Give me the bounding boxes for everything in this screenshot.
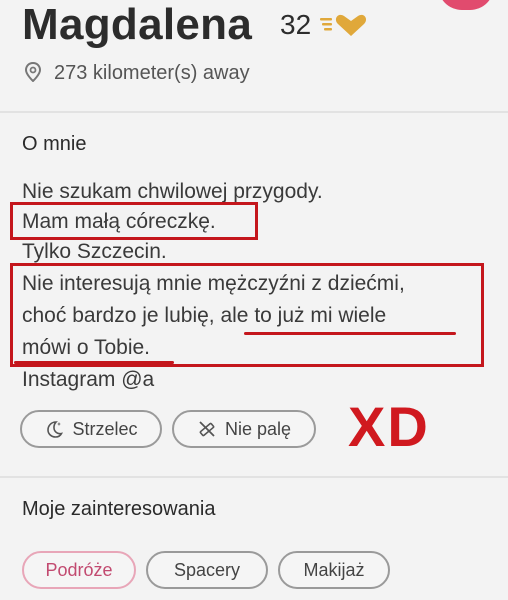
interest-chip[interactable]: Makijaż	[278, 551, 390, 589]
section-divider	[0, 111, 508, 113]
interest-chip-label: Spacery	[173, 559, 241, 580]
underline-annotation	[244, 332, 456, 335]
highlight-box-kids	[10, 263, 484, 367]
interest-chip-label: Makijaż	[303, 559, 365, 580]
interest-chip[interactable]: Spacery	[146, 551, 268, 589]
profile-name: Magdalena	[22, 0, 253, 49]
tag-smoking: Nie palę	[172, 410, 316, 448]
gold-heart-badge-icon	[320, 14, 367, 37]
corner-badge	[438, 0, 494, 10]
no-smoking-icon	[199, 421, 215, 437]
highlight-box-daughter	[10, 202, 258, 240]
underline-annotation-2	[14, 361, 174, 364]
section-divider	[0, 476, 508, 478]
interest-chip[interactable]: Podróże	[22, 551, 136, 589]
tag-smoking-label: Nie palę	[224, 418, 292, 439]
bio-line-7: Instagram @a	[22, 368, 155, 391]
location-pin-icon	[24, 62, 42, 82]
moon-stars-icon	[47, 421, 64, 438]
profile-age: 32	[280, 9, 312, 40]
distance-label: 273 kilometer(s) away	[54, 62, 250, 84]
tag-zodiac-label: Strzelec	[72, 418, 138, 439]
interests-title: Moje zainteresowania	[22, 498, 216, 520]
interest-chip-label: Podróże	[45, 559, 113, 580]
bio-line-3: Tylko Szczecin.	[22, 240, 167, 263]
bio-line-1: Nie szukam chwilowej przygody.	[22, 180, 323, 203]
reaction-overlay: XD	[348, 395, 430, 458]
tag-zodiac: Strzelec	[20, 410, 162, 448]
about-title: O mnie	[22, 133, 87, 155]
